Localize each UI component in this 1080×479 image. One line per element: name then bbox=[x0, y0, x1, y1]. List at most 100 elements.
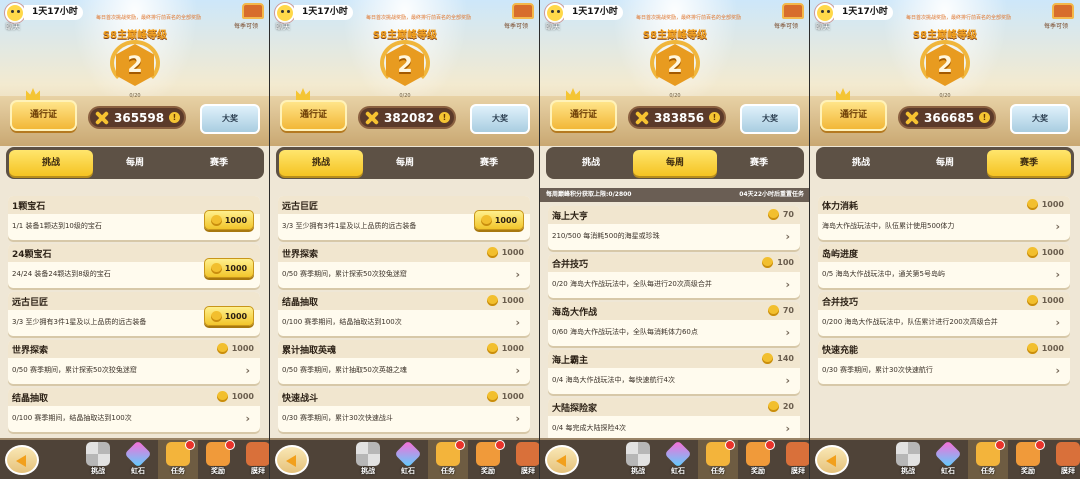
task-card[interactable]: 1颗宝石 1/1 装备1颗达到10级的宝石 1000 bbox=[8, 196, 260, 240]
nav-task[interactable]: 任务 bbox=[968, 440, 1008, 479]
task-card[interactable]: 世界探索 0/50 赛季期间，累计探索50次狡兔迷窟 1000 › bbox=[8, 340, 260, 384]
avatar[interactable] bbox=[5, 3, 25, 23]
avatar[interactable] bbox=[275, 3, 295, 23]
task-card[interactable]: 岛屿进度 0/5 海岛大作战玩法中，通关第5号岛屿 1000 › bbox=[818, 244, 1070, 288]
info-icon[interactable]: ! bbox=[439, 112, 450, 123]
chevron-right-icon[interactable]: › bbox=[515, 364, 520, 377]
tab-challenge[interactable]: 挑战 bbox=[279, 150, 363, 176]
grand-prize-button[interactable]: 大奖 bbox=[1010, 104, 1070, 134]
tab-season[interactable]: 赛季 bbox=[177, 150, 261, 176]
nav-gem[interactable]: 虹石 bbox=[118, 440, 158, 479]
score-value: 383856 bbox=[654, 110, 705, 125]
chevron-right-icon[interactable]: › bbox=[1055, 316, 1060, 329]
nav-challenge[interactable]: 挑战 bbox=[618, 440, 658, 479]
tab-challenge[interactable]: 挑战 bbox=[9, 150, 93, 176]
tab-season[interactable]: 赛季 bbox=[447, 150, 531, 176]
chest-icon[interactable] bbox=[242, 3, 264, 19]
tab-season[interactable]: 赛季 bbox=[717, 150, 801, 176]
nav-gem[interactable]: 虹石 bbox=[388, 440, 428, 479]
nav-label: 挑战 bbox=[901, 467, 915, 475]
back-arrow-icon[interactable] bbox=[545, 445, 579, 475]
nav-worship[interactable]: 膜拜 bbox=[508, 440, 539, 479]
chevron-right-icon[interactable]: › bbox=[245, 364, 250, 377]
tab-challenge[interactable]: 挑战 bbox=[819, 150, 903, 176]
back-arrow-icon[interactable] bbox=[5, 445, 39, 475]
chevron-right-icon[interactable]: › bbox=[515, 268, 520, 281]
chevron-right-icon[interactable]: › bbox=[1055, 364, 1060, 377]
task-card[interactable]: 远古巨匠 3/3 至少拥有3件1星及以上品质的远古装备 1000 bbox=[8, 292, 260, 336]
task-card[interactable]: 合并技巧 0/20 海岛大作战玩法中，全队每进行20次高级合并 100 › bbox=[548, 254, 800, 298]
claim-button[interactable]: 1000 bbox=[204, 210, 254, 230]
pass-button[interactable]: 通行证 bbox=[820, 100, 887, 131]
chevron-right-icon[interactable]: › bbox=[785, 422, 790, 435]
task-card[interactable]: 海上霸主 0/4 海岛大作战玩法中，每快速航行4次 140 › bbox=[548, 350, 800, 394]
nav-gem[interactable]: 虹石 bbox=[928, 440, 968, 479]
claim-button[interactable]: 1000 bbox=[474, 210, 524, 230]
nav-challenge[interactable]: 挑战 bbox=[78, 440, 118, 479]
tab-weekly[interactable]: 每周 bbox=[633, 150, 717, 176]
nav-task[interactable]: 任务 bbox=[158, 440, 198, 479]
chest-icon[interactable] bbox=[512, 3, 534, 19]
chevron-right-icon[interactable]: › bbox=[245, 412, 250, 425]
nav-challenge[interactable]: 挑战 bbox=[348, 440, 388, 479]
info-icon[interactable]: ! bbox=[979, 112, 990, 123]
nav-reward[interactable]: 奖励 bbox=[468, 440, 508, 479]
chest-icon[interactable] bbox=[782, 3, 804, 19]
nav-reward[interactable]: 奖励 bbox=[738, 440, 778, 479]
chevron-right-icon[interactable]: › bbox=[1055, 268, 1060, 281]
nav-challenge-icon bbox=[86, 442, 110, 466]
info-icon[interactable]: ! bbox=[709, 112, 720, 123]
claim-button[interactable]: 1000 bbox=[204, 306, 254, 326]
task-card[interactable]: 快速充能 0/30 赛季期间，累计30次快速航行 1000 › bbox=[818, 340, 1070, 384]
chevron-right-icon[interactable]: › bbox=[1055, 220, 1060, 233]
chevron-right-icon[interactable]: › bbox=[785, 230, 790, 243]
tab-weekly[interactable]: 每周 bbox=[903, 150, 987, 176]
task-card[interactable]: 体力消耗 海岛大作战玩法中，队伍累计使用500体力 1000 › bbox=[818, 196, 1070, 240]
chest-icon[interactable] bbox=[1052, 3, 1074, 19]
task-card[interactable]: 海上大亨 210/500 每消耗500的海星或珍珠 70 › bbox=[548, 206, 800, 250]
notice-text: 每日首次挑战奖励，最终排行前百名的全部奖励 bbox=[366, 15, 472, 21]
tab-challenge[interactable]: 挑战 bbox=[549, 150, 633, 176]
grand-prize-button[interactable]: 大奖 bbox=[470, 104, 530, 134]
coin-icon bbox=[486, 343, 498, 354]
task-card[interactable]: 24颗宝石 24/24 装备24颗达到8级的宝石 1000 bbox=[8, 244, 260, 288]
task-card[interactable]: 世界探索 0/50 赛季期间，累计探索50次狡兔迷窟 1000 › bbox=[278, 244, 530, 288]
task-card[interactable]: 远古巨匠 3/3 至少拥有3件1星及以上品质的远古装备 1000 bbox=[278, 196, 530, 240]
nav-reward[interactable]: 奖励 bbox=[1008, 440, 1048, 479]
chevron-right-icon[interactable]: › bbox=[785, 278, 790, 291]
task-card[interactable]: 结晶抽取 0/100 赛季期间，结晶抽取达到100次 1000 › bbox=[8, 388, 260, 432]
task-card[interactable]: 结晶抽取 0/100 赛季期间，结晶抽取达到100次 1000 › bbox=[278, 292, 530, 336]
nav-challenge[interactable]: 挑战 bbox=[888, 440, 928, 479]
pass-button[interactable]: 通行证 bbox=[550, 100, 617, 131]
back-arrow-icon[interactable] bbox=[815, 445, 849, 475]
nav-label: 任务 bbox=[171, 467, 185, 475]
task-card[interactable]: 大陆探险家 0/4 每完成大陆探险4次 20 › bbox=[548, 398, 800, 438]
tab-weekly[interactable]: 每周 bbox=[363, 150, 447, 176]
pass-button[interactable]: 通行证 bbox=[280, 100, 347, 131]
chevron-right-icon[interactable]: › bbox=[515, 412, 520, 425]
task-card[interactable]: 累计抽取英魂 0/50 赛季期间，累计抽取50次英雄之魂 1000 › bbox=[278, 340, 530, 384]
pass-button[interactable]: 通行证 bbox=[10, 100, 77, 131]
grand-prize-button[interactable]: 大奖 bbox=[740, 104, 800, 134]
chevron-right-icon[interactable]: › bbox=[785, 326, 790, 339]
nav-reward[interactable]: 奖励 bbox=[198, 440, 238, 479]
nav-worship[interactable]: 膜拜 bbox=[238, 440, 269, 479]
nav-worship[interactable]: 膜拜 bbox=[778, 440, 809, 479]
nav-gem[interactable]: 虹石 bbox=[658, 440, 698, 479]
grand-prize-button[interactable]: 大奖 bbox=[200, 104, 260, 134]
back-arrow-icon[interactable] bbox=[275, 445, 309, 475]
nav-task[interactable]: 任务 bbox=[698, 440, 738, 479]
tab-weekly[interactable]: 每周 bbox=[93, 150, 177, 176]
nav-worship[interactable]: 膜拜 bbox=[1048, 440, 1080, 479]
claim-button[interactable]: 1000 bbox=[204, 258, 254, 278]
info-icon[interactable]: ! bbox=[169, 112, 180, 123]
nav-task[interactable]: 任务 bbox=[428, 440, 468, 479]
task-card[interactable]: 合并技巧 0/200 海岛大作战玩法中，队伍累计进行200次高级合并 1000 › bbox=[818, 292, 1070, 336]
avatar[interactable] bbox=[815, 3, 835, 23]
chevron-right-icon[interactable]: › bbox=[785, 374, 790, 387]
tab-season[interactable]: 赛季 bbox=[987, 150, 1071, 176]
task-card[interactable]: 快速战斗 0/30 赛季期间，累计30次快速战斗 1000 › bbox=[278, 388, 530, 432]
task-card[interactable]: 海岛大作战 0/60 海岛大作战玩法中，全队每消耗体力60点 70 › bbox=[548, 302, 800, 346]
chevron-right-icon[interactable]: › bbox=[515, 316, 520, 329]
avatar[interactable] bbox=[545, 3, 565, 23]
